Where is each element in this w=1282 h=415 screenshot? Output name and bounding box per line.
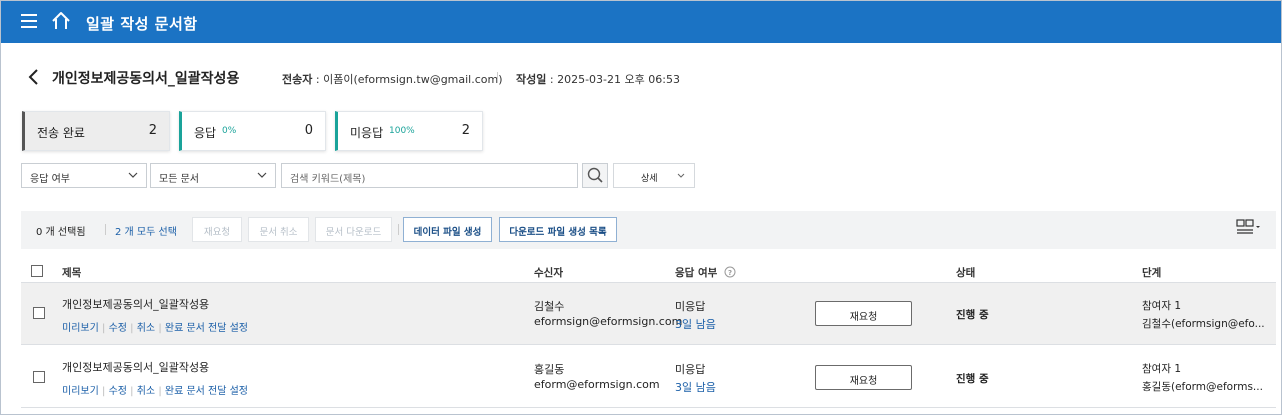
remaining-days: 3일 남음 — [675, 318, 716, 331]
meta-divider — [497, 72, 498, 83]
detail-label: 상세 — [641, 174, 658, 184]
stat-label: 응답 — [194, 126, 217, 140]
document-filter-select[interactable]: 모든 문서 — [150, 163, 276, 188]
selected-count: 0 개 선택됨 — [36, 227, 86, 238]
column-settings-icon[interactable] — [1236, 219, 1262, 235]
table-row — [21, 283, 1276, 344]
edit-link[interactable]: 수정 — [109, 386, 127, 397]
row-divider — [21, 407, 1276, 408]
search-placeholder: 검색 키워드(제목) — [290, 174, 366, 185]
created-value: 2025-03-21 오후 06:53 — [557, 73, 680, 86]
stat-card-not-responded[interactable]: 미응답 100% 2 — [335, 111, 483, 151]
download-document-button[interactable]: 문서 다운로드 — [315, 217, 392, 242]
row-resend-button[interactable]: 재요청 — [815, 301, 912, 326]
column-header-response-label: 응답 여부 — [675, 267, 718, 279]
recipient-name: 김철수 — [534, 300, 565, 313]
back-icon[interactable] — [26, 68, 40, 86]
cancel-link[interactable]: 취소 — [137, 386, 155, 397]
cancel-document-button[interactable]: 문서 취소 — [248, 217, 309, 242]
toolbar-divider — [398, 224, 399, 235]
row-status: 진행 중 — [956, 309, 989, 321]
document-title: 개인정보제공동의서_일괄작성용 — [52, 71, 240, 87]
row-actions: 미리보기 | 수정 | 취소 | 완료 문서 전달 설정 — [62, 386, 249, 397]
row-status: 진행 중 — [956, 373, 989, 385]
column-header-recipient: 수신자 — [534, 267, 563, 279]
stat-count: 2 — [461, 123, 470, 138]
response-filter-value: 응답 여부 — [30, 174, 70, 185]
recipient-email: eformsign@eformsign.com — [534, 315, 683, 328]
create-data-file-button[interactable]: 데이터 파일 생성 — [403, 217, 492, 242]
response-filter-select[interactable]: 응답 여부 — [21, 163, 147, 188]
sender-info: 전송자 : 이폼이(eformsign.tw@gmail.com) — [282, 73, 503, 86]
stat-count: 2 — [148, 123, 157, 138]
resend-button[interactable]: 재요청 — [192, 217, 242, 242]
column-header-response: 응답 여부 ? — [675, 265, 736, 280]
sender-value: 이폼이(eformsign.tw@gmail.com) — [323, 73, 503, 86]
created-info: 작성일 : 2025-03-21 오후 06:53 — [516, 73, 680, 86]
stage-label: 참여자 1 — [1142, 300, 1181, 312]
document-filter-value: 모든 문서 — [159, 174, 199, 185]
response-status: 미응답 — [675, 300, 706, 313]
toolbar-divider — [105, 224, 106, 235]
stat-card-sent[interactable]: 전송 완료 2 — [22, 111, 170, 151]
action-toolbar: 0 개 선택됨 2 개 모두 선택 재요청 문서 취소 문서 다운로드 데이터 … — [21, 211, 1276, 249]
column-header-stage: 단계 — [1142, 267, 1162, 279]
stat-label: 전송 완료 — [37, 126, 85, 140]
column-header-status: 상태 — [956, 267, 976, 279]
preview-link[interactable]: 미리보기 — [62, 323, 99, 334]
download-list-button[interactable]: 다운로드 파일 생성 목록 — [499, 217, 617, 242]
column-header-title: 제목 — [62, 267, 82, 279]
top-bar: 일괄 작성 문서함 — [1, 1, 1281, 43]
detail-search-button[interactable]: 상세 — [613, 163, 695, 188]
select-all-link[interactable]: 2 개 모두 선택 — [115, 223, 177, 238]
stat-card-responded[interactable]: 응답 0% 0 — [179, 111, 326, 151]
stat-percent: 0% — [222, 126, 237, 136]
search-icon — [587, 167, 603, 183]
row-title: 개인정보제공동의서_일괄작성용 — [62, 298, 210, 311]
created-label: 작성일 — [516, 73, 547, 86]
select-all-checkbox[interactable] — [31, 265, 43, 277]
stage-value: 홍길동(eform@eforms... — [1142, 381, 1263, 393]
cancel-link[interactable]: 취소 — [137, 323, 155, 334]
hamburger-menu-icon[interactable] — [21, 14, 37, 28]
recipient-name: 홍길동 — [534, 363, 565, 376]
stage-value: 김철수(eformsign@efo... — [1142, 318, 1265, 330]
row-checkbox[interactable] — [33, 307, 45, 319]
edit-link[interactable]: 수정 — [109, 323, 127, 334]
home-icon[interactable] — [51, 11, 71, 31]
svg-text:?: ? — [728, 269, 732, 277]
stat-count: 0 — [304, 123, 313, 138]
row-resend-button[interactable]: 재요청 — [815, 365, 912, 390]
chevron-down-icon — [257, 172, 267, 178]
search-input[interactable]: 검색 키워드(제목) — [281, 163, 578, 188]
delivery-setting-link[interactable]: 완료 문서 전달 설정 — [165, 323, 248, 334]
delivery-setting-link[interactable]: 완료 문서 전달 설정 — [165, 386, 248, 397]
stage-label: 참여자 1 — [1142, 363, 1181, 375]
recipient-email: eform@eformsign.com — [534, 378, 660, 391]
sender-label: 전송자 — [282, 73, 313, 86]
chevron-down-icon — [128, 172, 138, 178]
help-icon[interactable]: ? — [724, 266, 736, 278]
row-checkbox[interactable] — [33, 371, 45, 383]
row-actions: 미리보기 | 수정 | 취소 | 완료 문서 전달 설정 — [62, 323, 249, 334]
chevron-down-icon — [677, 173, 685, 178]
remaining-days: 3일 남음 — [675, 381, 716, 394]
search-button[interactable] — [582, 163, 608, 188]
app-title: 일괄 작성 문서함 — [86, 15, 198, 33]
stat-label: 미응답 — [350, 126, 384, 140]
stat-percent: 100% — [389, 126, 415, 136]
row-title: 개인정보제공동의서_일괄작성용 — [62, 361, 210, 374]
preview-link[interactable]: 미리보기 — [62, 386, 99, 397]
response-status: 미응답 — [675, 363, 706, 376]
